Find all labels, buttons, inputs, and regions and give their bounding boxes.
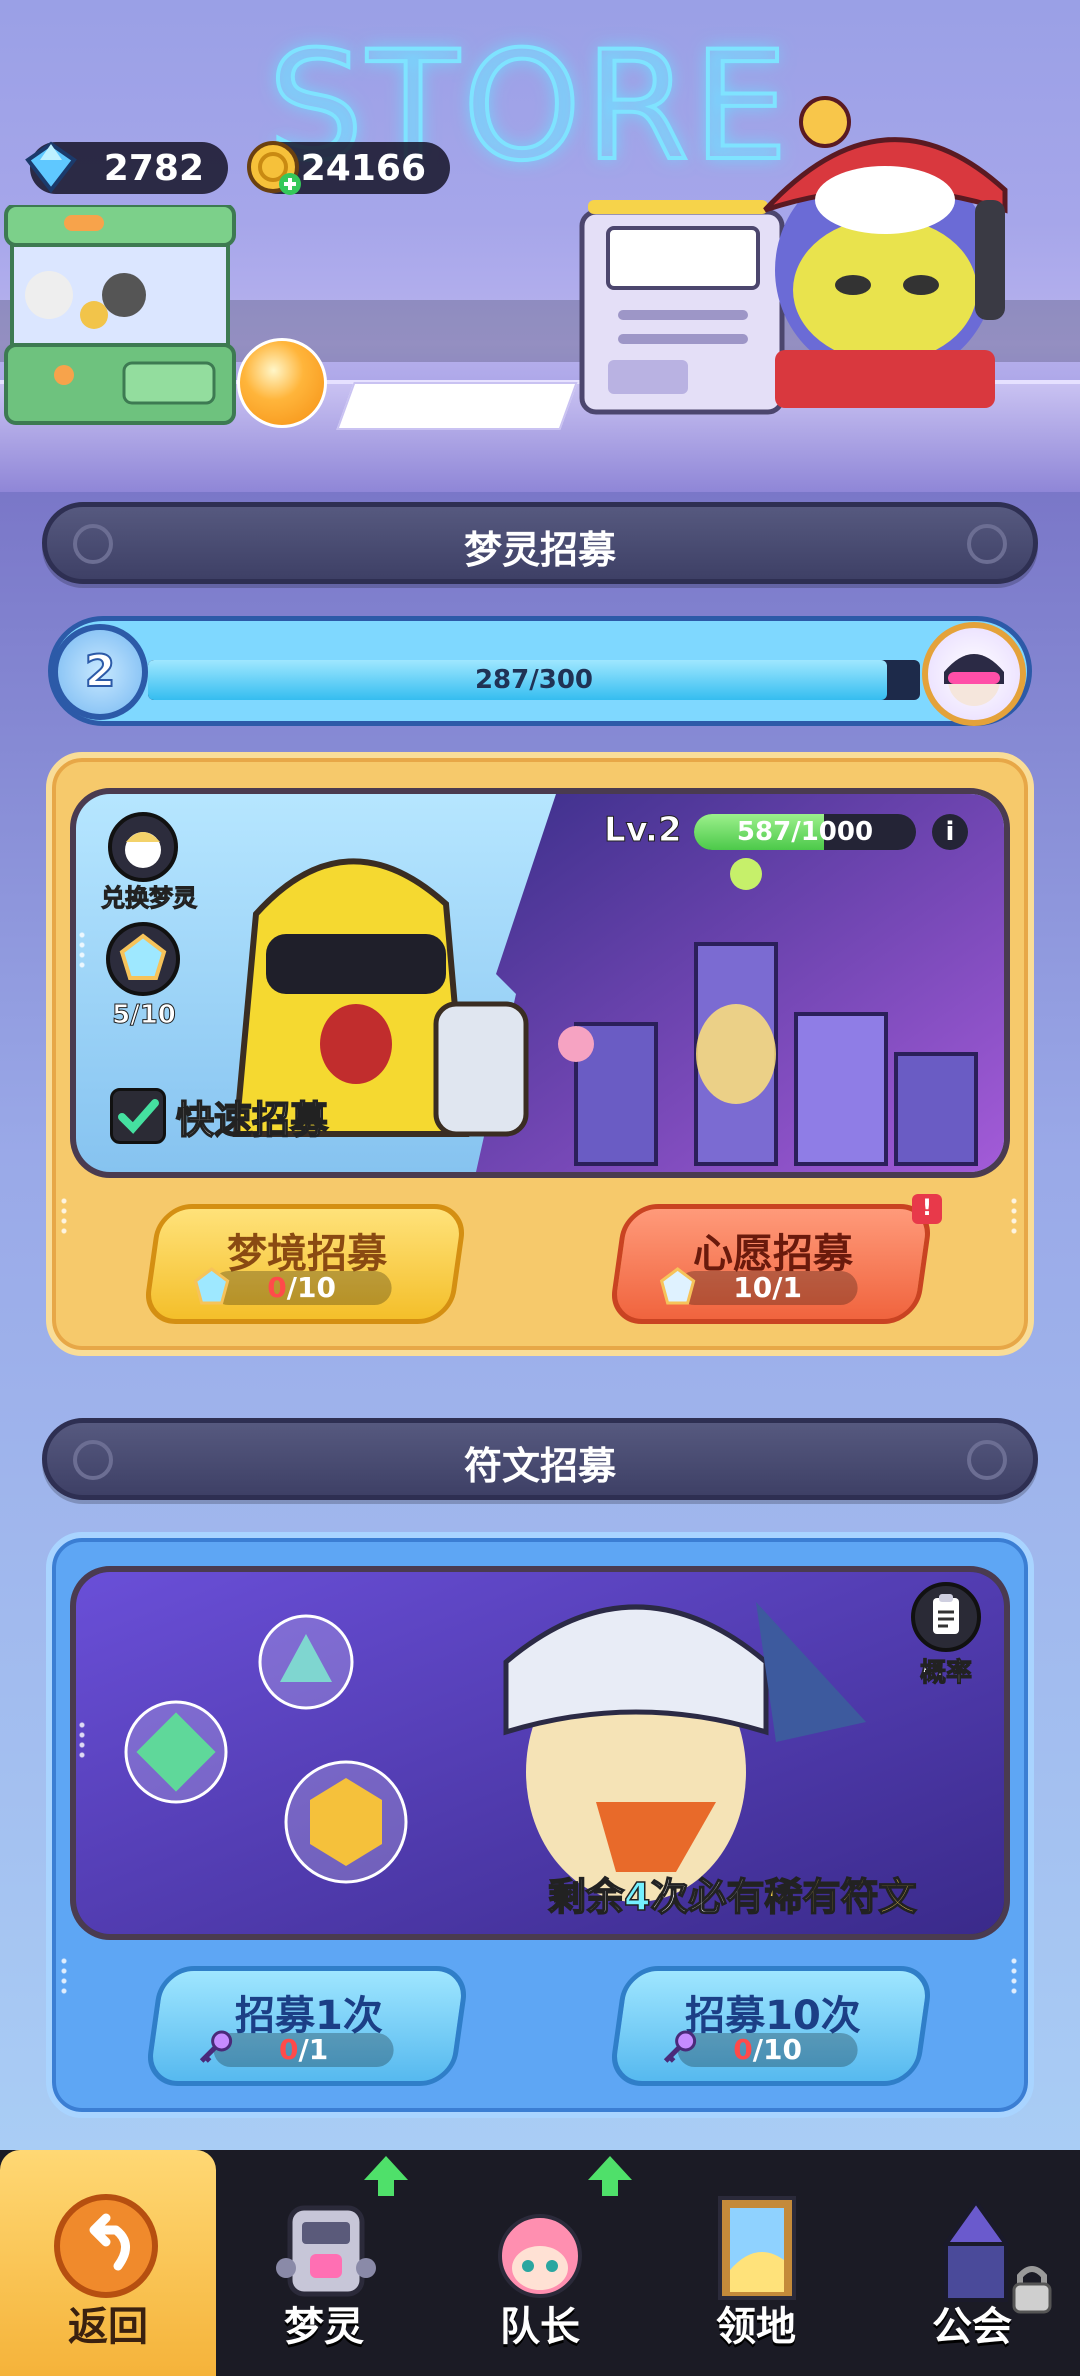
- gashapon-machine-icon: [276, 2205, 376, 2297]
- wish-alert-badge: !: [912, 1194, 942, 1224]
- exchange-dream-spirit-button[interactable]: [108, 812, 178, 882]
- key-icon: [663, 2030, 697, 2063]
- nav-territory-label: 领地: [716, 2304, 796, 2350]
- shopkeeper-mascot: [763, 96, 1008, 408]
- card-handle-right: [1010, 1196, 1018, 1236]
- banner-handle-left: [78, 1720, 86, 1760]
- wish-cost-text: 10/1: [733, 1271, 802, 1304]
- recruit-once-need: /1: [298, 2033, 329, 2066]
- upgrade-arrow-icon: [588, 2156, 632, 2196]
- nav-dream-spirits-label: 梦灵: [284, 2304, 364, 2350]
- recruit-progress-text: 287/300: [474, 665, 594, 695]
- add-coins-icon[interactable]: [278, 172, 302, 196]
- recruit-ten-need: /10: [752, 2033, 802, 2066]
- card-handle-left: [60, 1196, 68, 1236]
- recruit-once-have: 0: [279, 2033, 299, 2066]
- dreamland-recruit-cost: 0/10: [193, 1267, 392, 1305]
- diamond-currency[interactable]: 2782: [25, 141, 228, 194]
- checkmark-icon: [118, 1099, 159, 1134]
- back-arrow-icon: [54, 2194, 158, 2298]
- crystal-slot[interactable]: [106, 922, 180, 996]
- odds-label: 概率: [919, 1658, 972, 1689]
- recruit-ten-have: 0: [733, 2033, 753, 2066]
- rune-recruit-banner: 概率 剩余4次必有稀有符文: [70, 1566, 1010, 1940]
- recruit-progress-track: 287/300: [148, 660, 920, 700]
- card-handle-left: [60, 1956, 68, 1996]
- capsule-ball: [237, 338, 327, 428]
- upgrade-arrow-icon: [364, 2156, 408, 2196]
- recruit-ten-cost: 0/10: [663, 2030, 858, 2067]
- guarantee-count: 4: [623, 1874, 651, 1920]
- pool-xp-text: 587/1000: [736, 817, 874, 847]
- store-scene: STORE 2782 24166: [0, 0, 1080, 492]
- exchange-label: 兑换梦灵: [101, 884, 198, 913]
- spirit-portrait-icon: [125, 832, 161, 868]
- clipboard-icon: [911, 1582, 981, 1652]
- pool-level: Lv.2: [604, 810, 683, 851]
- recruit-ten-button[interactable]: 招募10次 0/10: [607, 1966, 935, 2086]
- quick-recruit-toggle[interactable]: 快速招募: [110, 1086, 400, 1146]
- guarantee-prefix: 剩余: [547, 1874, 625, 1920]
- guarantee-item: 稀有符文: [764, 1874, 918, 1920]
- key-icon: [199, 2030, 233, 2063]
- wish-crystal-icon: [659, 1267, 696, 1305]
- crystal-count: 5/10: [112, 1000, 177, 1031]
- section-title: 符文招募: [463, 1444, 616, 1488]
- nav-dream-spirits[interactable]: 梦灵: [216, 2150, 432, 2376]
- nav-guild[interactable]: 公会: [864, 2150, 1080, 2376]
- odds-button[interactable]: 概率: [906, 1582, 986, 1689]
- recruit-once-cost: 0/1: [199, 2030, 394, 2067]
- section-title: 梦灵招募: [463, 528, 616, 572]
- rainbow-crystal-icon: [119, 933, 167, 980]
- dream-recruit-header: 梦灵招募: [42, 502, 1038, 584]
- nav-captain-label: 队长: [500, 2304, 580, 2350]
- claw-machine-illustration: [4, 205, 236, 425]
- reward-character-icon: [944, 654, 1004, 706]
- dreamland-cost-have: 0: [267, 1271, 287, 1304]
- diamond-count: 2782: [103, 148, 204, 189]
- nav-back[interactable]: 返回: [0, 2150, 216, 2376]
- recruit-level-badge: 2: [52, 624, 148, 720]
- card-handle-right: [1010, 1956, 1018, 1996]
- header-decoration-right: [967, 524, 1007, 564]
- info-icon[interactable]: i: [932, 814, 968, 850]
- keyboard-illustration: [336, 382, 578, 430]
- coin-currency[interactable]: 24166: [247, 141, 450, 196]
- recruit-once-button[interactable]: 招募1次 0/1: [143, 1966, 471, 2086]
- header-decoration-right: [967, 1440, 1007, 1480]
- banner-handle-left: [78, 930, 86, 970]
- nav-captain[interactable]: 队长: [432, 2150, 648, 2376]
- dreamland-recruit-button[interactable]: 梦境招募 0/10: [141, 1204, 469, 1324]
- nav-territory[interactable]: 领地: [648, 2150, 864, 2376]
- rune-recruit-header: 符文招募: [42, 1418, 1038, 1500]
- pool-xp-bar: 587/1000: [694, 814, 916, 850]
- nav-guild-label: 公会: [932, 2304, 1012, 2350]
- wish-recruit-button[interactable]: 心愿招募 10/1: [607, 1204, 935, 1324]
- quick-recruit-label: 快速招募: [175, 1097, 329, 1143]
- diamond-icon: [25, 141, 77, 194]
- bottom-navigation: 返回 梦灵 队长 领地 公会: [0, 2150, 1080, 2376]
- nav-back-label: 返回: [68, 2304, 148, 2350]
- captain-portrait-icon: [498, 2214, 582, 2298]
- dream-crystal-icon: [193, 1267, 230, 1305]
- reward-avatar[interactable]: [922, 622, 1026, 726]
- coin-count: 24166: [300, 148, 426, 189]
- guarantee-text: 剩余4次必有稀有符文: [547, 1866, 918, 1921]
- dreamland-cost-need: /10: [286, 1271, 336, 1304]
- wish-recruit-cost: 10/1: [659, 1267, 858, 1305]
- door-portal-icon: [718, 2196, 796, 2300]
- guarantee-mid: 次必有: [650, 1874, 766, 1920]
- quick-recruit-checkbox[interactable]: [110, 1088, 166, 1144]
- dream-recruit-banner: 兑换梦灵 5/10 快速招募 Lv.2 587/1000 i: [70, 788, 1010, 1178]
